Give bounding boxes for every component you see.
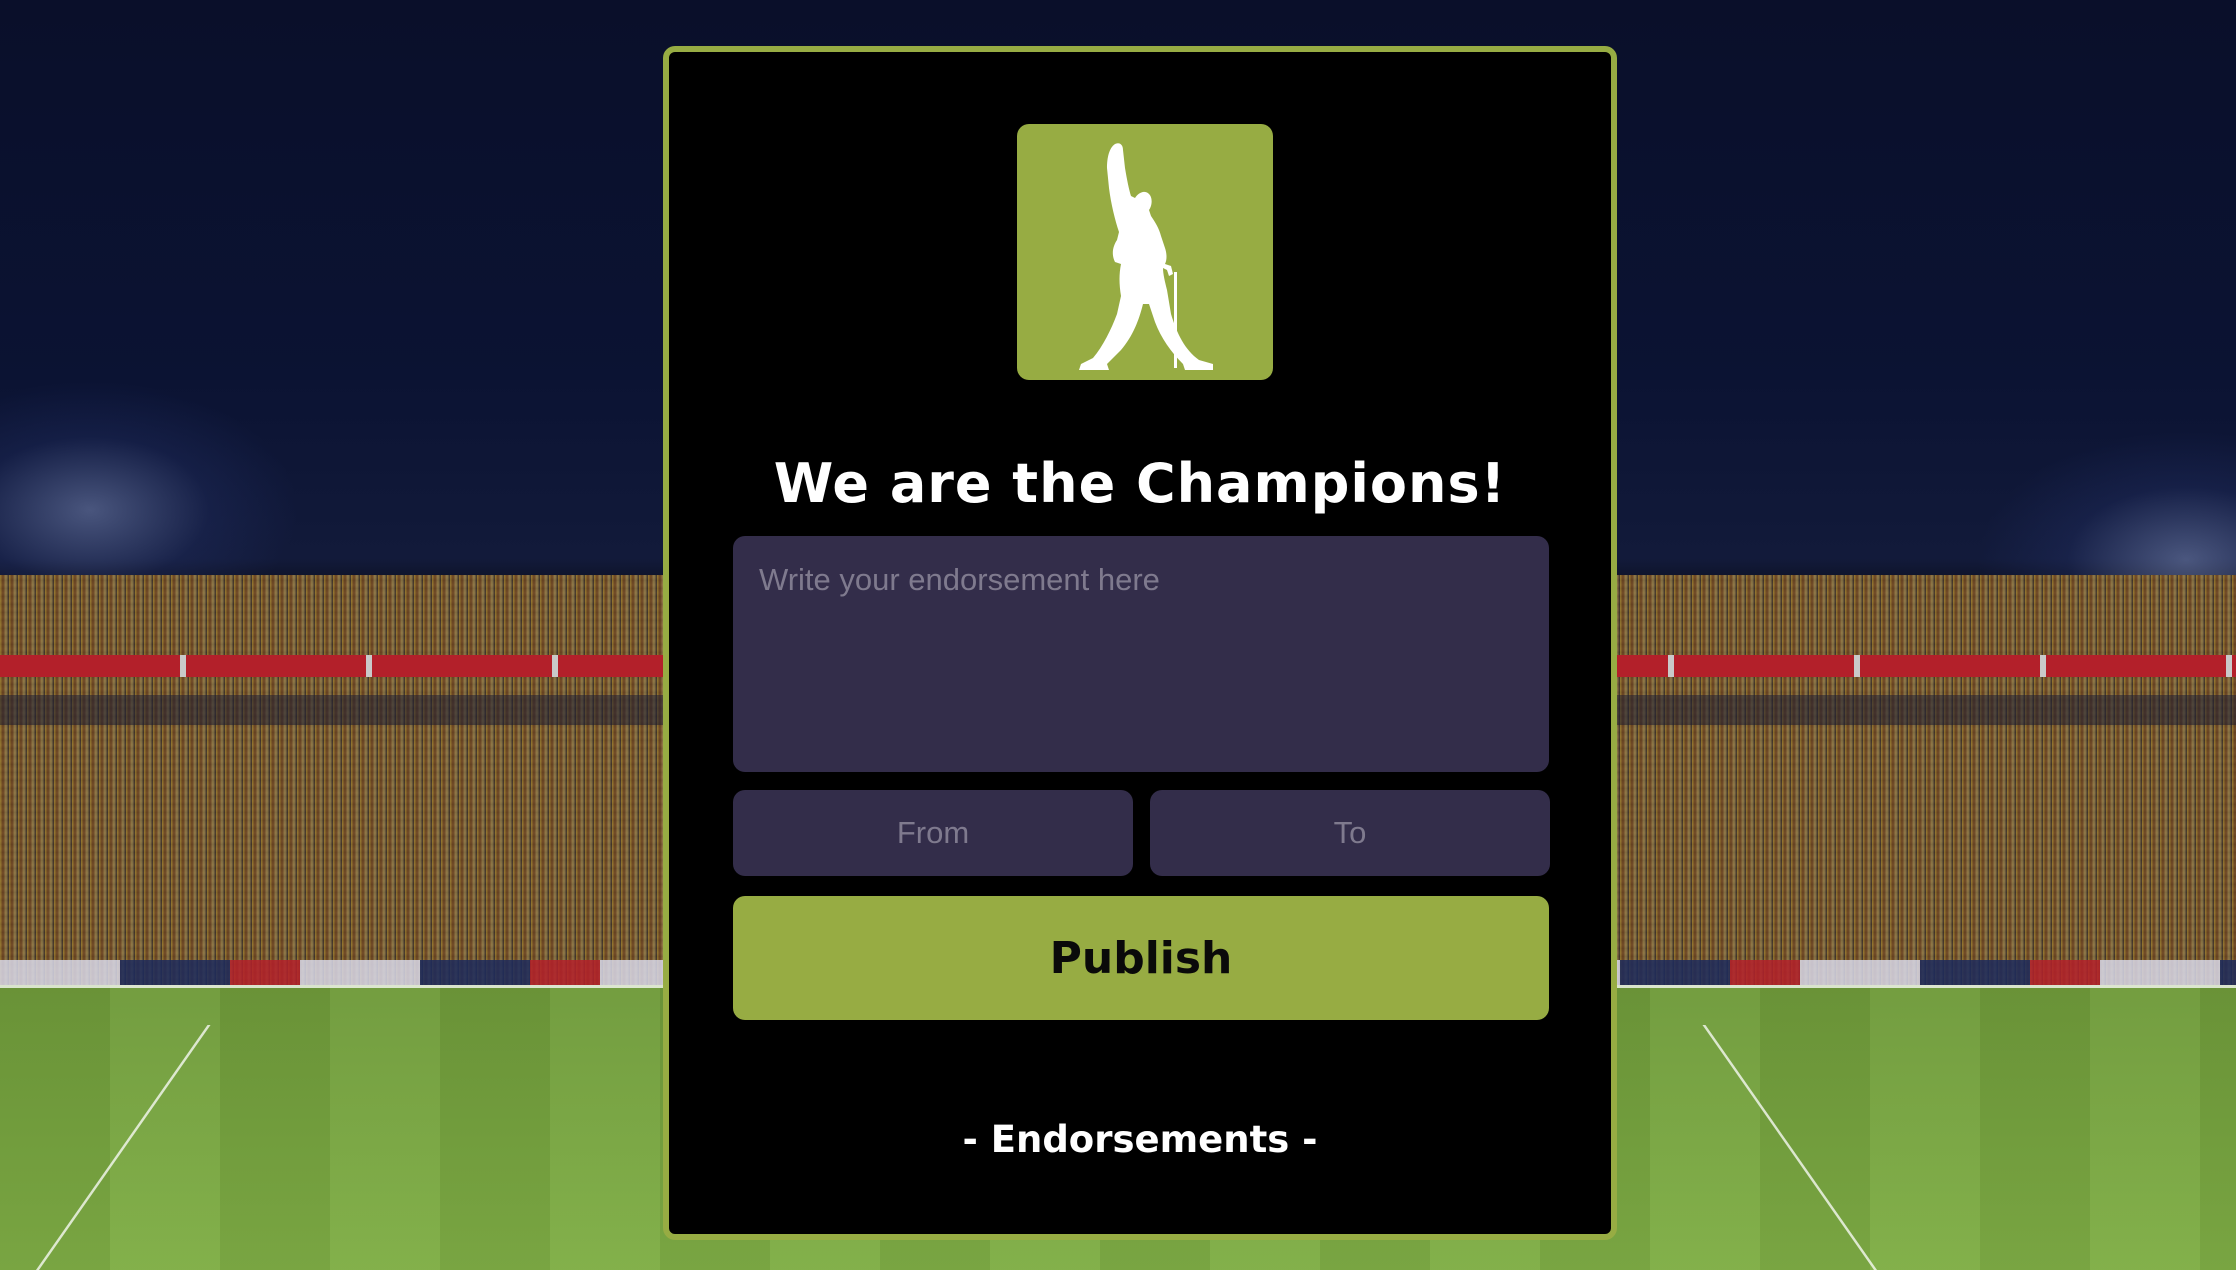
pitch-line xyxy=(1702,1025,1881,1270)
from-input[interactable] xyxy=(733,790,1133,876)
app-logo xyxy=(1017,124,1273,380)
endorsement-card: We are the Champions! Publish - Endorsem… xyxy=(663,46,1617,1240)
endorsement-input[interactable] xyxy=(733,536,1549,772)
publish-button[interactable]: Publish xyxy=(733,896,1549,1020)
mic-stand-icon xyxy=(1174,272,1177,368)
pitch-line xyxy=(32,1025,211,1270)
endorsements-heading: - Endorsements - xyxy=(962,1118,1318,1161)
page-title: We are the Champions! xyxy=(773,452,1507,515)
to-input[interactable] xyxy=(1150,790,1550,876)
freddie-silhouette-icon xyxy=(1079,143,1213,370)
